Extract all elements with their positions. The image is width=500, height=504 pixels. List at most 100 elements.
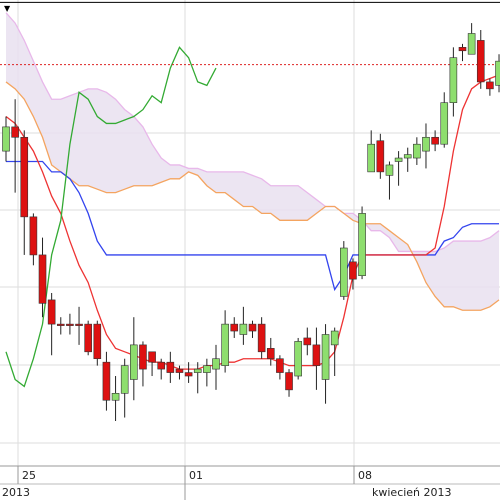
candle-body: [267, 348, 274, 358]
candlestick[interactable]: [240, 307, 247, 345]
candle-body: [222, 324, 229, 366]
candlestick[interactable]: [139, 341, 146, 386]
candle-body: [468, 33, 475, 54]
candle-body: [286, 373, 293, 390]
candlestick[interactable]: [359, 206, 366, 279]
candlestick[interactable]: [66, 314, 73, 335]
candle-body: [203, 366, 210, 373]
candle-body: [231, 324, 238, 331]
menu-dropdown-icon[interactable]: ▼: [4, 4, 10, 13]
candlestick[interactable]: [496, 54, 500, 92]
candle-body: [459, 47, 466, 50]
candlestick[interactable]: [167, 352, 174, 383]
candlestick[interactable]: [404, 148, 411, 172]
price-chart[interactable]: 2501082013kwiecień 2013 ▼: [0, 0, 500, 500]
candlestick[interactable]: [212, 345, 219, 390]
candle-body: [422, 137, 429, 151]
candlestick[interactable]: [468, 23, 475, 54]
candlestick[interactable]: [441, 92, 448, 147]
chart-canvas[interactable]: 2501082013kwiecień 2013: [0, 0, 500, 500]
candle-body: [331, 331, 338, 345]
candle-body: [359, 213, 366, 275]
candlestick[interactable]: [94, 321, 101, 366]
candlestick[interactable]: [486, 78, 493, 95]
candle-body: [313, 345, 320, 366]
candle-body: [185, 373, 192, 376]
candlestick[interactable]: [386, 162, 393, 200]
candlestick[interactable]: [368, 130, 375, 172]
candle-body: [450, 58, 457, 103]
candlesticks[interactable]: [3, 23, 500, 421]
candlestick[interactable]: [295, 338, 302, 380]
candlestick[interactable]: [331, 328, 338, 376]
candle-body: [94, 324, 101, 359]
candle-body: [386, 165, 393, 175]
candle-body: [240, 324, 247, 334]
candlestick[interactable]: [286, 369, 293, 397]
candle-body: [249, 324, 256, 331]
candlestick[interactable]: [304, 328, 311, 356]
candlestick[interactable]: [30, 213, 37, 265]
candle-body: [57, 324, 64, 326]
candle-body: [139, 345, 146, 369]
candle-body: [103, 362, 110, 400]
time-axis: 2501082013kwiecień 2013: [0, 466, 500, 500]
candlestick[interactable]: [267, 338, 274, 366]
candle-body: [304, 338, 311, 345]
candlestick[interactable]: [477, 30, 484, 89]
candlestick[interactable]: [21, 130, 28, 255]
candlestick[interactable]: [149, 352, 156, 376]
candlestick[interactable]: [103, 352, 110, 411]
candlestick[interactable]: [450, 47, 457, 116]
day-tick-label: 25: [22, 469, 36, 482]
candle-body: [48, 300, 55, 324]
candlestick[interactable]: [48, 293, 55, 355]
candlestick[interactable]: [194, 362, 201, 393]
candlestick[interactable]: [258, 317, 265, 359]
candlestick[interactable]: [313, 328, 320, 390]
candle-body: [486, 82, 493, 89]
grid-lines: [0, 0, 500, 466]
month-label: kwiecień 2013: [372, 486, 452, 499]
candlestick[interactable]: [3, 117, 10, 162]
candle-body: [158, 362, 165, 369]
candle-body: [76, 324, 83, 326]
candlestick[interactable]: [340, 241, 347, 300]
candlestick[interactable]: [121, 359, 128, 418]
candlestick[interactable]: [322, 324, 329, 404]
candlestick[interactable]: [203, 359, 210, 387]
candlestick[interactable]: [222, 310, 229, 372]
candlestick[interactable]: [85, 321, 92, 356]
candle-body: [66, 324, 73, 326]
candle-body: [130, 345, 137, 380]
candlestick[interactable]: [112, 376, 119, 421]
candle-body: [349, 262, 356, 279]
candlestick[interactable]: [249, 321, 256, 338]
candlestick[interactable]: [413, 137, 420, 165]
candle-body: [194, 369, 201, 372]
candlestick[interactable]: [459, 44, 466, 61]
candle-body: [441, 103, 448, 145]
candle-body: [21, 137, 28, 217]
candle-body: [322, 335, 329, 380]
candle-body: [12, 127, 19, 137]
candle-body: [413, 144, 420, 158]
candlestick[interactable]: [422, 123, 429, 168]
candle-body: [496, 61, 500, 85]
candle-body: [276, 359, 283, 373]
candlestick[interactable]: [231, 317, 238, 338]
candlestick[interactable]: [395, 151, 402, 186]
candlestick[interactable]: [130, 317, 137, 400]
candle-body: [176, 369, 183, 372]
candlestick[interactable]: [76, 307, 83, 345]
candle-body: [395, 158, 402, 161]
candle-body: [149, 352, 156, 362]
candle-body: [295, 341, 302, 376]
candlestick[interactable]: [57, 317, 64, 334]
candlestick[interactable]: [377, 134, 384, 179]
candle-body: [167, 362, 174, 372]
candle-body: [258, 324, 265, 352]
candle-body: [3, 127, 10, 151]
candle-body: [432, 137, 439, 144]
candlestick[interactable]: [276, 355, 283, 379]
